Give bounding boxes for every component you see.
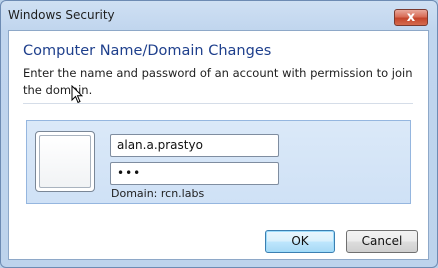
- credential-tile[interactable]: alan.a.prastyo ••• Domain: rcn.labs: [26, 120, 411, 204]
- window-title: Windows Security: [8, 8, 115, 22]
- dialog-content: Computer Name/Domain Changes Enter the n…: [8, 30, 429, 260]
- mouse-pointer-icon: [71, 85, 83, 104]
- close-icon: x: [406, 10, 416, 25]
- ok-button[interactable]: OK: [265, 230, 335, 253]
- user-tile-icon: [35, 131, 95, 192]
- dialog-heading: Computer Name/Domain Changes: [23, 43, 272, 59]
- username-field[interactable]: alan.a.prastyo: [110, 134, 279, 157]
- domain-label: Domain: rcn.labs: [111, 187, 205, 200]
- password-field[interactable]: •••: [110, 162, 279, 185]
- user-tile-frame: [39, 135, 91, 188]
- windows-security-dialog: Windows Security x Computer Name/Domain …: [0, 0, 438, 268]
- cancel-button[interactable]: Cancel: [346, 230, 418, 253]
- title-bar[interactable]: Windows Security x: [1, 1, 437, 30]
- close-button[interactable]: x: [394, 9, 428, 26]
